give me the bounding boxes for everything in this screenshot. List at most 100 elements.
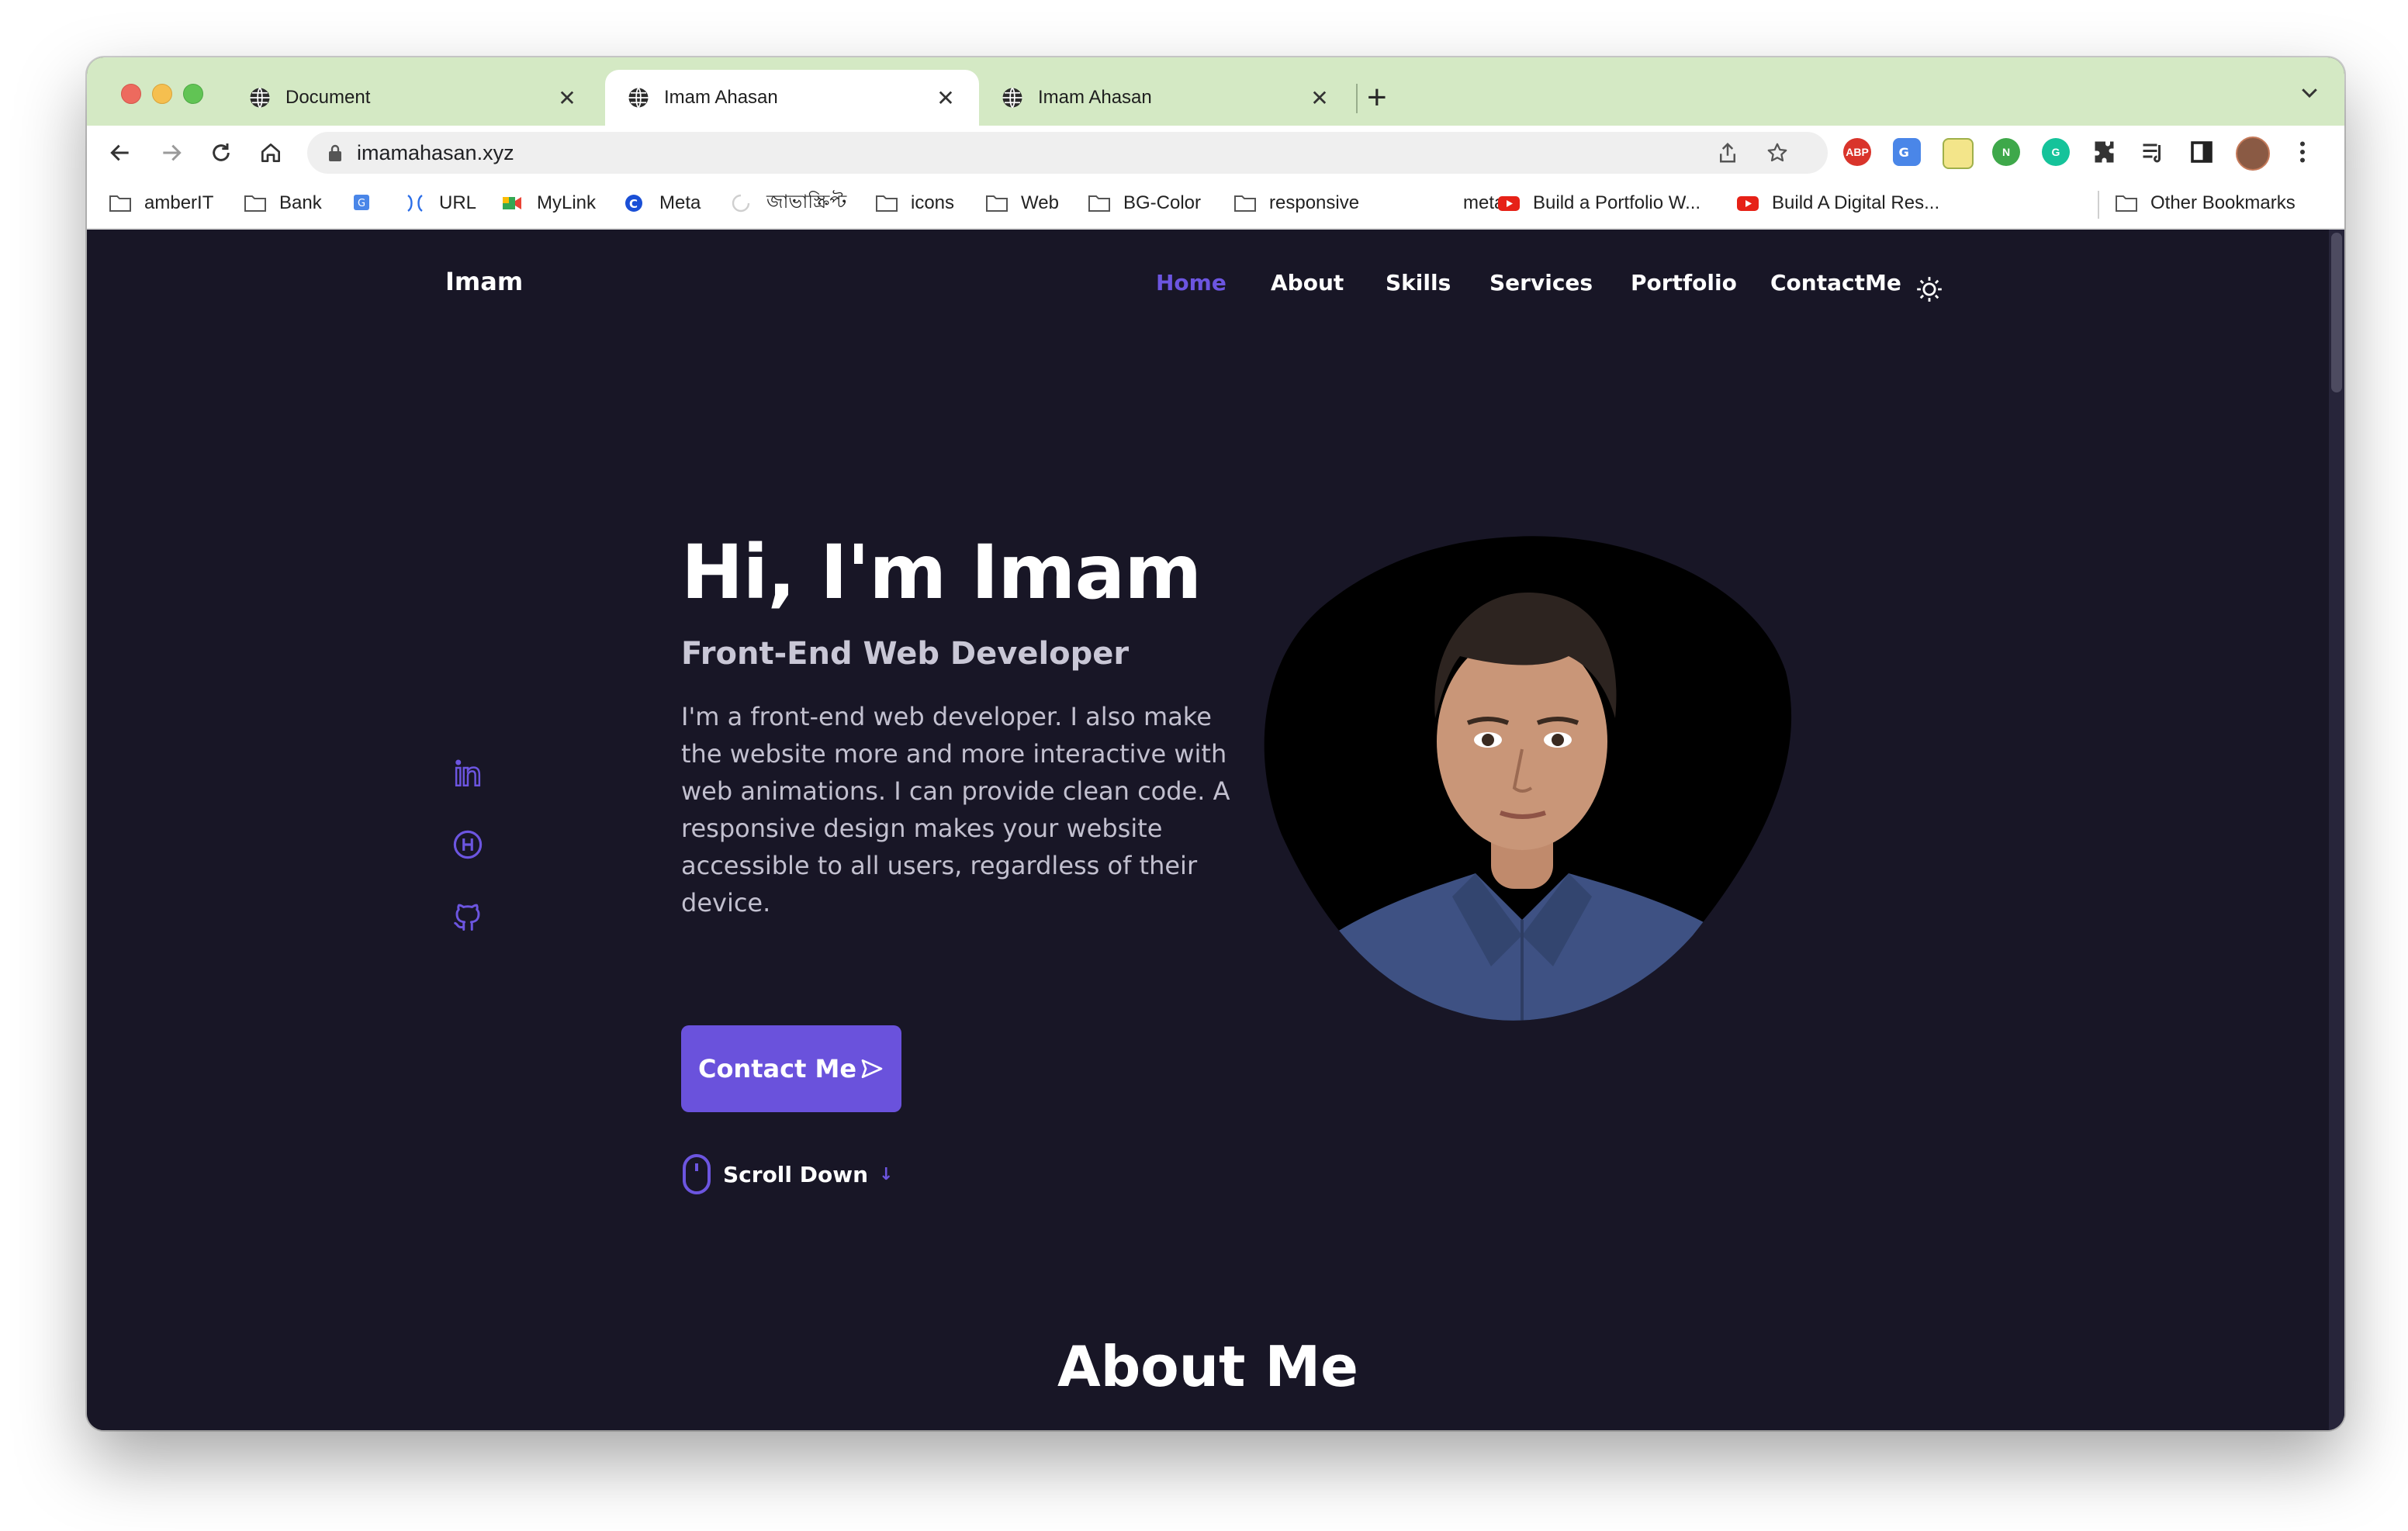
nav-home[interactable]: Home	[1156, 270, 1226, 295]
bookmark-responsive[interactable]: responsive	[1233, 188, 1359, 219]
bookmark-label: icons	[911, 192, 955, 213]
bookmark-meta-lower[interactable]: meta	[1427, 188, 1504, 219]
tab-imam-ahasan-active[interactable]: Imam Ahasan ✕	[605, 70, 979, 126]
new-tab-button[interactable]: +	[1367, 74, 1387, 121]
nav-portfolio[interactable]: Portfolio	[1631, 270, 1737, 295]
nav-services[interactable]: Services	[1489, 270, 1593, 295]
bookmark-google-translate[interactable]: G	[352, 188, 388, 219]
translate-glyph: G	[1899, 145, 1909, 160]
bookmark-icons[interactable]: icons	[875, 188, 954, 219]
folder-icon	[2116, 195, 2137, 212]
reload-button[interactable]	[205, 137, 237, 169]
bookmark-other-bookmarks[interactable]: Other Bookmarks	[2115, 188, 2296, 219]
back-button[interactable]	[104, 137, 137, 169]
scroll-down-label: Scroll Down	[723, 1161, 869, 1187]
bookmark-url[interactable]: URL	[403, 188, 476, 219]
github-icon[interactable]	[452, 900, 484, 932]
send-icon	[861, 1059, 883, 1078]
reload-icon	[213, 143, 230, 161]
profile-photo	[1264, 536, 1792, 1021]
bookmark-meta[interactable]: C Meta	[624, 188, 701, 219]
tab-imam-ahasan[interactable]: Imam Ahasan ✕	[979, 70, 1353, 126]
grammarly-icon[interactable]: G	[2042, 138, 2070, 166]
star-icon[interactable]	[1766, 141, 1789, 164]
contact-me-button[interactable]: Contact Me	[681, 1025, 901, 1112]
svg-text:C: C	[629, 197, 638, 211]
chevron-down-icon[interactable]	[2298, 81, 2321, 104]
web-page: Imam Home About Skills Services Portfoli…	[87, 230, 2344, 1430]
home-button[interactable]	[254, 137, 287, 169]
bookmark-label: Build A Digital Res...	[1772, 192, 1940, 213]
arrow-right-icon	[163, 144, 182, 161]
minimize-window-button[interactable]	[152, 84, 172, 104]
bookmark-label: Other Bookmarks	[2150, 192, 2296, 213]
folder-icon	[876, 195, 898, 212]
address-bar[interactable]: imamahasan.xyz	[307, 132, 1828, 174]
close-tab-icon[interactable]: ✕	[934, 85, 957, 111]
reading-list-icon[interactable]	[2140, 138, 2168, 166]
close-tab-icon[interactable]: ✕	[1308, 85, 1331, 111]
linkedin-icon[interactable]	[452, 757, 484, 790]
google-translate-icon[interactable]: G	[1893, 138, 1921, 166]
sun-icon[interactable]	[1915, 275, 1944, 304]
loading-icon	[732, 194, 750, 213]
tab-title: Document	[285, 87, 371, 108]
notes-icon[interactable]	[1943, 138, 1974, 169]
scrollbar-thumb[interactable]	[2331, 233, 2342, 392]
arrow-down-icon: ↓	[879, 1164, 894, 1184]
tab-title: Imam Ahasan	[1038, 87, 1152, 108]
bookmark-separator	[2098, 191, 2099, 219]
hero-subtitle: Front-End Web Developer	[681, 636, 1130, 672]
globe-icon	[628, 87, 649, 109]
bookmark-build-digital-resume[interactable]: Build A Digital Res...	[1736, 188, 1939, 219]
site-logo[interactable]: Imam	[445, 267, 523, 296]
lock-icon	[329, 144, 341, 161]
profile-avatar[interactable]	[2236, 137, 2270, 171]
hero-description: I'm a front-end web developer. I also ma…	[681, 702, 1230, 918]
browser-toolbar: imamahasan.xyz ABP G N G	[87, 126, 2344, 180]
maximize-window-button[interactable]	[183, 84, 203, 104]
youtube-icon	[1737, 196, 1759, 211]
bookmark-label: জাভাস্ক্রিপ্ট	[766, 192, 847, 213]
folder-icon	[986, 195, 1008, 212]
google-translate-icon: G	[354, 195, 369, 210]
bookmark-web[interactable]: Web	[985, 188, 1059, 219]
close-window-button[interactable]	[121, 84, 141, 104]
browser-window: Document ✕ Imam Ahasan ✕ Imam Ahasan ✕ +	[87, 57, 2344, 1430]
bookmark-label: BG-Color	[1123, 192, 1202, 213]
bookmark-label: MyLink	[537, 192, 597, 213]
bookmark-amberit[interactable]: amberIT	[109, 188, 213, 219]
more-menu-icon[interactable]	[2289, 138, 2316, 166]
folder-icon	[244, 195, 266, 212]
forward-button[interactable]	[155, 137, 188, 169]
adblock-plus-icon[interactable]: ABP	[1843, 138, 1871, 166]
youtube-icon	[1498, 196, 1520, 211]
tab-title: Imam Ahasan	[664, 87, 778, 108]
mouse-icon	[683, 1154, 711, 1194]
bookmark-bg-color[interactable]: BG-Color	[1088, 188, 1201, 219]
bookmarks-bar: amberIT Bank G URL MyLink C Meta জাভাস্ক…	[87, 180, 2344, 230]
hashnode-icon[interactable]	[452, 828, 484, 861]
tab-strip: Document ✕ Imam Ahasan ✕ Imam Ahasan ✕ +	[87, 57, 2344, 126]
bookmark-bank[interactable]: Bank	[244, 188, 322, 219]
url-icon	[407, 195, 423, 212]
puzzle-icon[interactable]	[2091, 138, 2119, 166]
bookmark-label: Meta	[659, 192, 701, 213]
folder-icon	[1088, 195, 1110, 212]
svg-text:G: G	[358, 198, 365, 209]
scroll-down-link[interactable]: Scroll Down ↓	[681, 1153, 893, 1196]
contact-me-label: Contact Me	[697, 1054, 857, 1083]
close-tab-icon[interactable]: ✕	[555, 85, 579, 111]
tab-document[interactable]: Document ✕	[227, 70, 600, 126]
nav-skills[interactable]: Skills	[1386, 270, 1451, 295]
bookmark-build-portfolio[interactable]: Build a Portfolio W...	[1497, 188, 1700, 219]
bookmark-mylink[interactable]: MyLink	[501, 188, 596, 219]
share-icon[interactable]	[1716, 141, 1739, 164]
nav-about[interactable]: About	[1271, 270, 1344, 295]
bookmark-javascript[interactable]: জাভাস্ক্রিপ্ট	[731, 188, 846, 219]
about-section-title: About Me	[1057, 1334, 1358, 1399]
page-scrollbar[interactable]	[2329, 230, 2344, 1430]
side-panel-icon[interactable]	[2188, 138, 2216, 166]
nav-contact[interactable]: ContactMe	[1770, 270, 1901, 295]
n-extension-icon[interactable]: N	[1992, 138, 2020, 166]
